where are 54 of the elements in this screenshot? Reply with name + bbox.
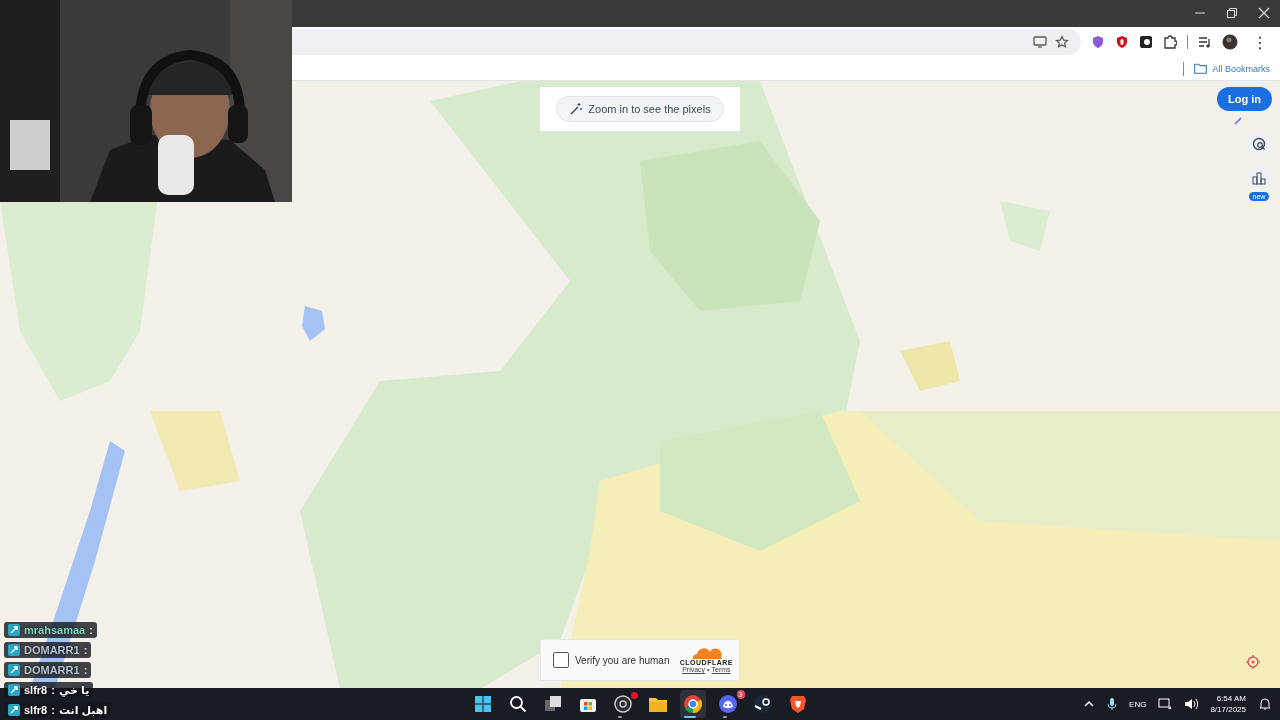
bookmarks-folder[interactable]: All Bookmarks	[1194, 63, 1270, 74]
chat-badge-icon	[8, 644, 20, 656]
chat-badge-icon	[8, 624, 20, 636]
lion-shield-icon	[787, 694, 808, 714]
record-disc-icon	[612, 694, 633, 714]
magic-wand-icon	[569, 102, 584, 116]
clock-date: 8/17/2025	[1210, 704, 1246, 715]
avatar-icon[interactable]	[1222, 34, 1238, 50]
microphone-icon[interactable]	[1107, 697, 1118, 711]
search-icon	[507, 694, 528, 714]
clock[interactable]: 6:54 AM 8/17/2025	[1210, 693, 1246, 715]
chat-message: اهبل انت	[58, 703, 108, 717]
volume-icon[interactable]	[1184, 697, 1199, 711]
chat-message: يا خي	[58, 683, 90, 697]
shield-icon[interactable]	[1115, 35, 1129, 49]
shield-icon[interactable]	[1091, 35, 1105, 49]
chat-separator: :	[51, 684, 55, 696]
chat-username: DOMARR1	[24, 644, 80, 656]
chat-separator: :	[83, 644, 88, 656]
chat-username: slfr8	[24, 704, 48, 716]
steam-icon	[752, 694, 773, 714]
search-icon	[1252, 137, 1266, 151]
chat-separator: :	[89, 624, 93, 636]
media-list-icon[interactable]	[1198, 35, 1212, 49]
chat-separator: :	[83, 664, 88, 676]
start-icon	[472, 694, 493, 714]
browser-icon	[682, 694, 703, 714]
clock-time: 6:54 AM	[1216, 693, 1246, 704]
install-icon[interactable]	[1033, 35, 1047, 49]
notification-bell-icon[interactable]	[1258, 697, 1272, 711]
star-icon[interactable]	[1055, 35, 1069, 49]
chat-username: DOMARR1	[24, 664, 80, 676]
chat-username: mrahsamaa	[24, 624, 86, 636]
task-view-icon	[542, 694, 563, 714]
language-indicator[interactable]: ENG	[1129, 699, 1147, 709]
chat-badge-icon	[8, 664, 20, 676]
chat-badge-icon	[8, 704, 20, 716]
chat-separator: :	[51, 704, 55, 716]
taskbar-app[interactable]	[679, 690, 706, 718]
checkbox[interactable]	[553, 652, 569, 668]
pencil-icon[interactable]	[1234, 117, 1242, 125]
menu-button[interactable]: ⋮	[1248, 32, 1272, 52]
chat-app-icon	[717, 694, 738, 714]
zoom-hint-button[interactable]: Zoom in to see the pixels	[556, 96, 724, 122]
chat-username: slfr8	[24, 684, 48, 696]
captcha-label: Verify you are human	[575, 654, 671, 666]
bar-chart-icon	[1252, 171, 1266, 185]
login-button[interactable]: Log in	[1217, 87, 1272, 111]
extension-square-icon[interactable]	[1139, 35, 1153, 49]
folder-icon	[1194, 63, 1208, 74]
network-icon[interactable]	[1158, 697, 1173, 711]
chat-badge-icon	[8, 684, 20, 696]
location-target-icon[interactable]	[1246, 655, 1260, 669]
puzzle-icon[interactable]	[1163, 35, 1177, 49]
